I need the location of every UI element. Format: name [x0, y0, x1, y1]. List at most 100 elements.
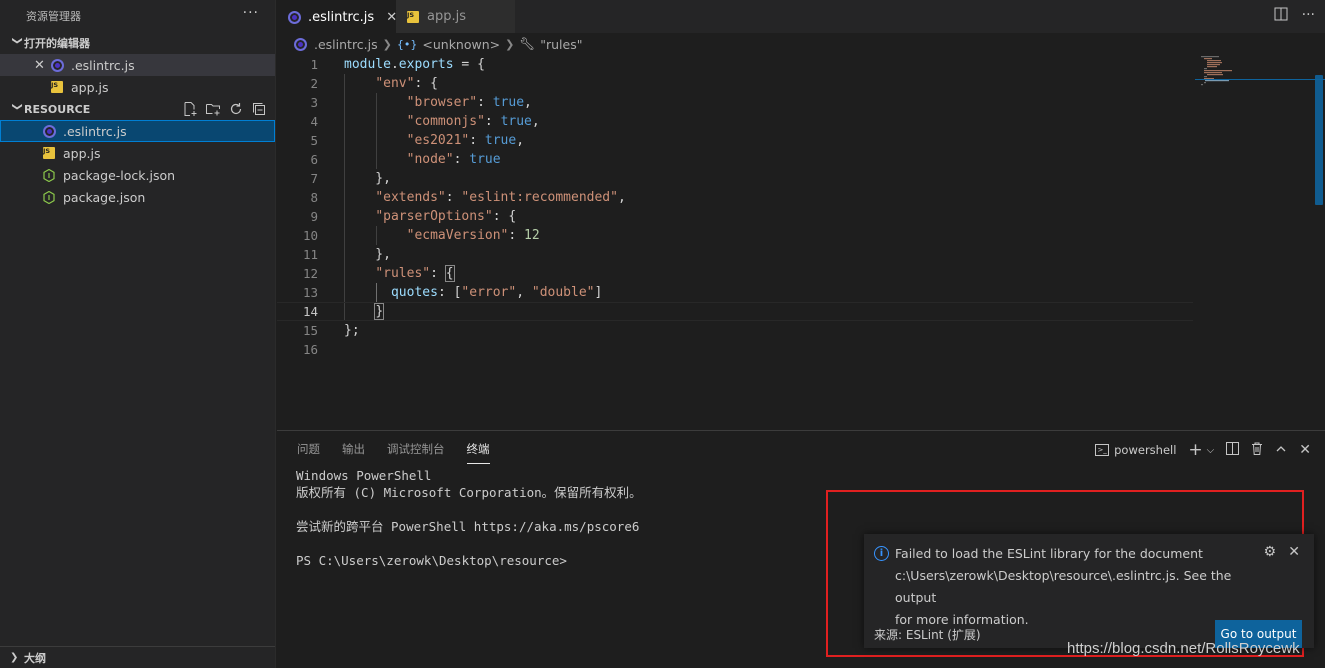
outline-header[interactable]: ❯ 大纲	[0, 646, 275, 668]
file-label: package-lock.json	[63, 167, 176, 183]
close-icon[interactable]: ✕	[34, 58, 45, 73]
breadcrumb-file[interactable]: .eslintrc.js	[314, 37, 378, 52]
tab-terminal[interactable]: 终端	[466, 441, 490, 464]
terminal-select[interactable]: >_ powershell	[1095, 443, 1176, 457]
chevron-up-icon[interactable]	[1275, 443, 1287, 458]
nodejs-icon	[42, 190, 56, 204]
more-actions-icon[interactable]: ···	[243, 5, 259, 21]
code-line: 15};	[302, 323, 360, 338]
chevron-down-icon: ❯	[11, 36, 23, 45]
code-line: 2 "env": {	[310, 76, 438, 91]
info-icon: i	[874, 546, 889, 561]
split-editor-icon[interactable]	[1274, 7, 1288, 25]
explorer-title-text: 资源管理器	[26, 10, 81, 23]
code-line: 5 "es2021": true,	[310, 133, 525, 148]
split-terminal-icon[interactable]	[1226, 442, 1240, 458]
breadcrumb: .eslintrc.js ❯ {•} <unknown> ❯ 🔧︎ "rules…	[277, 33, 1325, 55]
tab-debug-console[interactable]: 调试控制台	[387, 441, 445, 457]
explorer-sidebar: 资源管理器 ··· ❯ 打开的编辑器 ✕ .eslintrc.js JS app…	[0, 0, 276, 668]
more-actions-icon[interactable]: ···	[1302, 7, 1315, 25]
code-line: 16	[302, 342, 318, 357]
chevron-right-icon: ❯	[382, 37, 392, 51]
terminal-name: powershell	[1114, 443, 1177, 457]
trash-icon[interactable]	[1251, 442, 1263, 458]
file-item-package-lock[interactable]: package-lock.json	[0, 164, 275, 186]
editor-actions: ···	[1274, 7, 1315, 25]
file-label: .eslintrc.js	[63, 123, 127, 139]
notification-line: Failed to load the ESLint library for th…	[895, 546, 1203, 561]
chevron-down-icon[interactable]: ⌵	[1207, 445, 1215, 456]
open-editor-item-app[interactable]: JS app.js	[0, 76, 275, 98]
explorer-toolbar	[181, 100, 267, 117]
chevron-down-icon: ❯	[11, 102, 23, 111]
breadcrumb-property[interactable]: "rules"	[540, 37, 582, 52]
js-file-icon: JS	[50, 80, 64, 94]
open-editor-item-eslintrc[interactable]: ✕ .eslintrc.js	[0, 54, 275, 76]
terminal-output[interactable]: Windows PowerShell 版权所有 (C) Microsoft Co…	[296, 467, 642, 569]
breadcrumb-symbol[interactable]: <unknown>	[422, 37, 500, 52]
code-line: 7 },	[310, 171, 391, 186]
notification-message: Failed to load the ESLint library for th…	[895, 543, 1255, 631]
eslint-icon	[42, 124, 56, 138]
code-line: 13 quotes: ["error", "double"]	[302, 285, 603, 300]
open-editors-header[interactable]: ❯ 打开的编辑器	[0, 32, 275, 54]
code-editor[interactable]: 1 module.exports = { 2 "env": { 3 "browse…	[277, 55, 1325, 430]
file-item-app[interactable]: JS app.js	[0, 142, 275, 164]
tab-eslintrc[interactable]: .eslintrc.js ✕	[277, 0, 397, 33]
open-editor-label: .eslintrc.js	[71, 57, 135, 73]
tab-problems[interactable]: 问题	[297, 441, 320, 457]
close-icon[interactable]: ✕	[1299, 442, 1311, 458]
code-line: 3 "browser": true,	[310, 95, 532, 110]
chevron-right-icon: ❯	[505, 37, 515, 51]
tab-label: app.js	[427, 9, 466, 24]
eslint-icon	[50, 58, 64, 72]
symbol-object-icon: {•}	[396, 37, 418, 51]
file-item-eslintrc[interactable]: .eslintrc.js	[0, 120, 275, 142]
folder-header-resource[interactable]: ❯ RESOURCE	[0, 98, 275, 120]
terminal-line: Windows PowerShell	[296, 468, 432, 483]
outline-label: 大纲	[24, 651, 46, 665]
file-label: app.js	[63, 145, 101, 161]
watermark: https://blog.csdn.net/RollsRoycewk	[1067, 640, 1300, 657]
code-line: 12 "rules": {	[302, 265, 455, 282]
minimap[interactable]	[1201, 55, 1311, 95]
wrench-icon: 🔧︎	[519, 36, 536, 51]
code-line: 11 },	[302, 247, 391, 262]
tab-app[interactable]: JS app.js	[396, 0, 515, 33]
js-file-icon: JS	[406, 10, 420, 24]
tab-label: .eslintrc.js	[308, 9, 375, 25]
terminal-line: 尝试新的跨平台 PowerShell https://aka.ms/pscore…	[296, 519, 640, 534]
code-line: 4 "commonjs": true,	[310, 114, 540, 129]
notification-toast: i Failed to load the ESLint library for …	[864, 534, 1314, 648]
file-item-package[interactable]: package.json	[0, 186, 275, 208]
code-line-current: 14 }	[277, 302, 1193, 321]
open-editors-label: 打开的编辑器	[24, 37, 90, 50]
new-file-icon[interactable]	[181, 100, 198, 117]
eslint-icon	[287, 10, 301, 24]
collapse-all-icon[interactable]	[250, 100, 267, 117]
editor-tab-bar: .eslintrc.js ✕ JS app.js ···	[277, 0, 1325, 33]
js-file-icon: JS	[42, 146, 56, 160]
close-icon[interactable]: ✕	[1288, 544, 1300, 560]
new-folder-icon[interactable]	[204, 100, 221, 117]
code-line: 10 "ecmaVersion": 12	[302, 228, 540, 243]
panel-tabs: 问题 输出 调试控制台 终端	[297, 431, 490, 467]
gear-icon[interactable]: ⚙︎	[1263, 544, 1276, 560]
chevron-right-icon: ❯	[10, 652, 19, 663]
notification-line: c:\Users\zerowk\Desktop\resource\.eslint…	[895, 568, 1232, 605]
code-line: 8 "extends": "eslint:recommended",	[310, 190, 626, 205]
file-label: package.json	[63, 189, 146, 205]
terminal-icon: >_	[1095, 444, 1110, 456]
refresh-icon[interactable]	[227, 100, 244, 117]
code-line: 6 "node": true	[310, 152, 501, 167]
terminal-line: 版权所有 (C) Microsoft Corporation。保留所有权利。	[296, 485, 642, 500]
eslint-icon	[293, 37, 307, 51]
editor-scrollbar[interactable]	[1315, 75, 1323, 205]
add-terminal-icon[interactable]: +	[1188, 440, 1202, 460]
tab-output[interactable]: 输出	[342, 441, 365, 457]
open-editor-label: app.js	[71, 79, 109, 95]
notification-source: 来源: ESLint (扩展)	[874, 628, 981, 642]
folder-label: RESOURCE	[24, 102, 91, 116]
nodejs-icon	[42, 168, 56, 182]
